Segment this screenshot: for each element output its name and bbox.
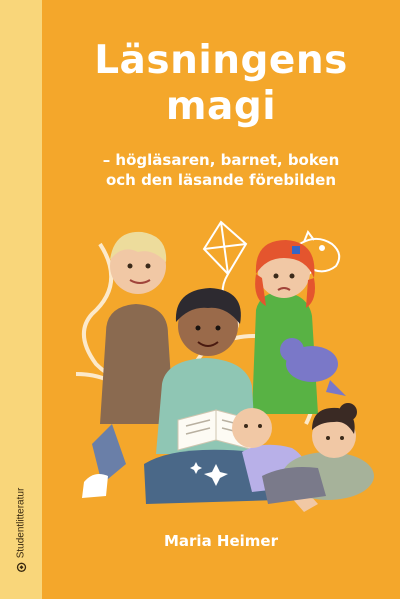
book-cover: Studentlitteratur Läsningens magi – högl…	[0, 0, 400, 599]
book-subtitle-line-1: – högläsaren, barnet, boken	[102, 151, 340, 169]
book-subtitle: – högläsaren, barnet, boken och den läsa…	[42, 150, 400, 190]
cover-illustration	[75, 220, 374, 512]
book-subtitle-line-2: och den läsande förebilden	[105, 171, 337, 189]
publisher-imprint: Studentlitteratur	[16, 488, 27, 573]
publisher-name: Studentlitteratur	[15, 487, 27, 559]
book-author: Maria Heimer	[163, 532, 278, 550]
book-title-line-1: Läsningens	[94, 38, 348, 83]
red-haired-girl-figure	[252, 240, 346, 414]
cover-spine-strip: Studentlitteratur	[0, 0, 42, 599]
book-title: Läsningens magi	[42, 38, 400, 130]
studentlitteratur-logo-icon	[16, 562, 26, 572]
book-title-line-2: magi	[165, 84, 277, 129]
